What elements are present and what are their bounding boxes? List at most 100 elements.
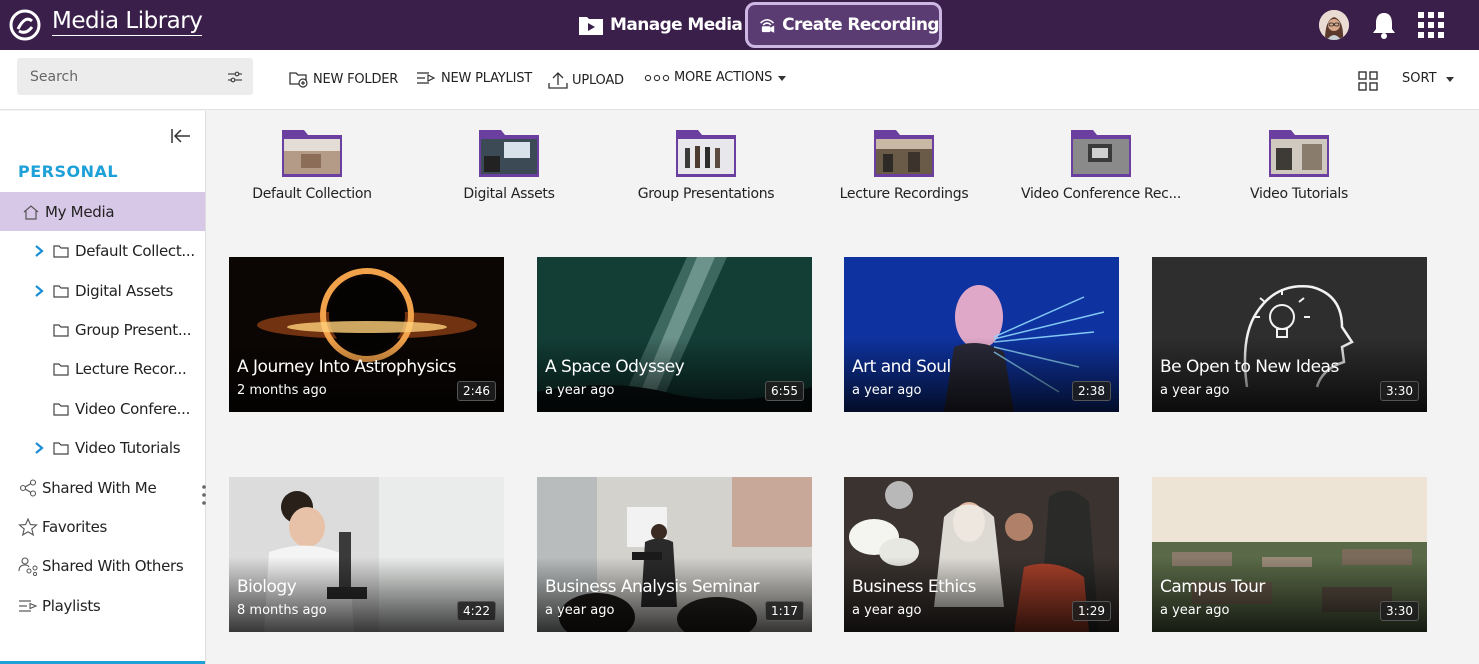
media-card[interactable]: A Space Odyssey a year ago 6:55 [537,257,812,412]
sort-dropdown[interactable]: SORT [1402,71,1457,86]
sidebar-item-label: My Media [45,202,115,221]
folder-thumbnail-icon [479,130,539,177]
media-card[interactable]: Art and Soul a year ago 2:38 [844,257,1119,412]
folder-icon [53,441,69,455]
sidebar-item-lecture-recordings[interactable]: Lecture Recor... [0,349,205,388]
sidebar-item-label: Video Tutorials [75,438,181,457]
filter-sliders-icon[interactable] [228,71,242,83]
personal-section-label: PERSONAL [18,162,119,181]
sidebar-resize-handle-icon[interactable] [202,484,206,506]
folder-icon [53,244,69,258]
sidebar-item-favorites[interactable]: Favorites [0,507,205,546]
duration-badge: 6:55 [765,381,804,401]
manage-media-button[interactable]: Manage Media [578,2,743,48]
sidebar-item-label: Video Confere... [75,399,191,418]
sidebar-item-group-presentations[interactable]: Group Present... [0,310,205,349]
upload-button[interactable]: UPLOAD [548,70,624,90]
create-recording-button[interactable]: Create Recording [745,2,942,48]
caret-down-icon [1445,76,1454,82]
folder-name: Group Presentations [637,186,775,202]
more-dots-icon [644,74,670,81]
search-input[interactable] [17,58,253,95]
sidebar-item-shared-with-others[interactable]: Shared With Others [0,546,205,585]
folder-thumbnail-icon [282,130,342,177]
app-title[interactable]: Media Library [52,8,203,36]
media-title: Business Ethics [852,577,976,597]
sidebar-item-label: Default Collect... [75,241,195,260]
sidebar-item-shared-with-me[interactable]: Shared With Me [0,468,205,507]
sort-label: SORT [1402,71,1437,86]
chevron-right-icon[interactable] [34,244,44,258]
chevron-right-icon[interactable] [34,441,44,455]
sidebar-item-playlists[interactable]: Playlists [0,586,205,625]
folder-tile[interactable]: Group Presentations [621,126,791,202]
folder-thumbnail-icon [1071,130,1131,177]
folder-name: Video Tutorials [1250,186,1348,202]
sidebar-item-my-media[interactable]: My Media [0,192,205,231]
folder-tile[interactable]: Video Tutorials [1214,126,1384,202]
media-date: a year ago [852,603,922,618]
sidebar-item-digital-assets[interactable]: Digital Assets [0,271,205,310]
folder-name: Default Collection [252,186,372,202]
sidebar-item-label: Digital Assets [75,281,174,300]
manage-media-label: Manage Media [610,15,743,35]
new-folder-icon [289,72,308,88]
duration-badge: 3:30 [1380,601,1419,621]
media-title: Campus Tour [1160,577,1265,597]
sidebar-item-label: Shared With Others [42,556,184,575]
media-title: A Journey Into Astrophysics [237,357,456,377]
media-card[interactable]: Biology 8 months ago 4:22 [229,477,504,632]
media-title: Be Open to New Ideas [1160,357,1339,377]
collapse-sidebar-icon[interactable] [170,127,192,145]
media-card[interactable]: Business Analysis Seminar a year ago 1:1… [537,477,812,632]
star-icon [18,517,38,536]
folder-name: Digital Assets [463,186,555,202]
folder-name: Lecture Recordings [839,186,969,202]
recording-camera-icon [760,19,775,33]
media-date: 2 months ago [237,383,327,398]
folder-thumbnail-icon [874,130,934,177]
create-recording-label: Create Recording [782,15,939,35]
apps-grid-icon[interactable] [1417,11,1445,39]
sidebar-item-default-collection[interactable]: Default Collect... [0,231,205,270]
app-logo-icon[interactable] [8,9,42,41]
notifications-bell-icon[interactable] [1371,11,1397,39]
more-actions-button[interactable]: MORE ACTIONS [644,70,792,85]
duration-badge: 1:17 [765,601,804,621]
shared-users-icon [18,556,38,576]
media-title: Biology [237,577,297,597]
folder-icon [53,362,69,376]
duration-badge: 1:29 [1072,601,1111,621]
chevron-right-icon[interactable] [34,284,44,298]
video-folder-icon [579,17,603,35]
sidebar-item-label: Favorites [42,517,108,536]
folder-tile[interactable]: Default Collection [227,126,397,202]
sidebar: PERSONAL My Media Default Collect... Dig… [0,111,206,664]
sidebar-item-video-tutorials[interactable]: Video Tutorials [0,428,205,467]
folder-thumbnail-icon [1269,130,1329,177]
media-card[interactable]: A Journey Into Astrophysics 2 months ago… [229,257,504,412]
user-avatar[interactable] [1319,10,1349,40]
caret-down-icon [778,75,787,81]
new-playlist-button[interactable]: NEW PLAYLIST [417,70,532,86]
media-card[interactable]: Be Open to New Ideas a year ago 3:30 [1152,257,1427,412]
new-folder-button[interactable]: NEW FOLDER [289,70,398,88]
folder-tile[interactable]: Lecture Recordings [819,126,989,202]
media-title: Business Analysis Seminar [545,577,760,597]
media-date: a year ago [545,383,615,398]
user-avatar-icon [1319,10,1349,40]
media-card[interactable]: Business Ethics a year ago 1:29 [844,477,1119,632]
new-folder-label: NEW FOLDER [313,71,399,87]
duration-badge: 3:30 [1380,381,1419,401]
folder-tile[interactable]: Video Conference Rec... [1016,126,1186,202]
duration-badge: 4:22 [457,601,496,621]
upload-label: UPLOAD [572,72,624,88]
sidebar-item-video-conference[interactable]: Video Confere... [0,389,205,428]
toolbar: NEW FOLDER NEW PLAYLIST UPLOAD MORE ACTI… [0,50,1479,110]
home-icon [23,204,39,220]
grid-view-icon[interactable] [1358,71,1378,91]
folder-tile[interactable]: Digital Assets [424,126,594,202]
folder-icon [53,402,69,416]
media-card[interactable]: Campus Tour a year ago 3:30 [1152,477,1427,632]
sidebar-item-label: Shared With Me [42,478,157,497]
